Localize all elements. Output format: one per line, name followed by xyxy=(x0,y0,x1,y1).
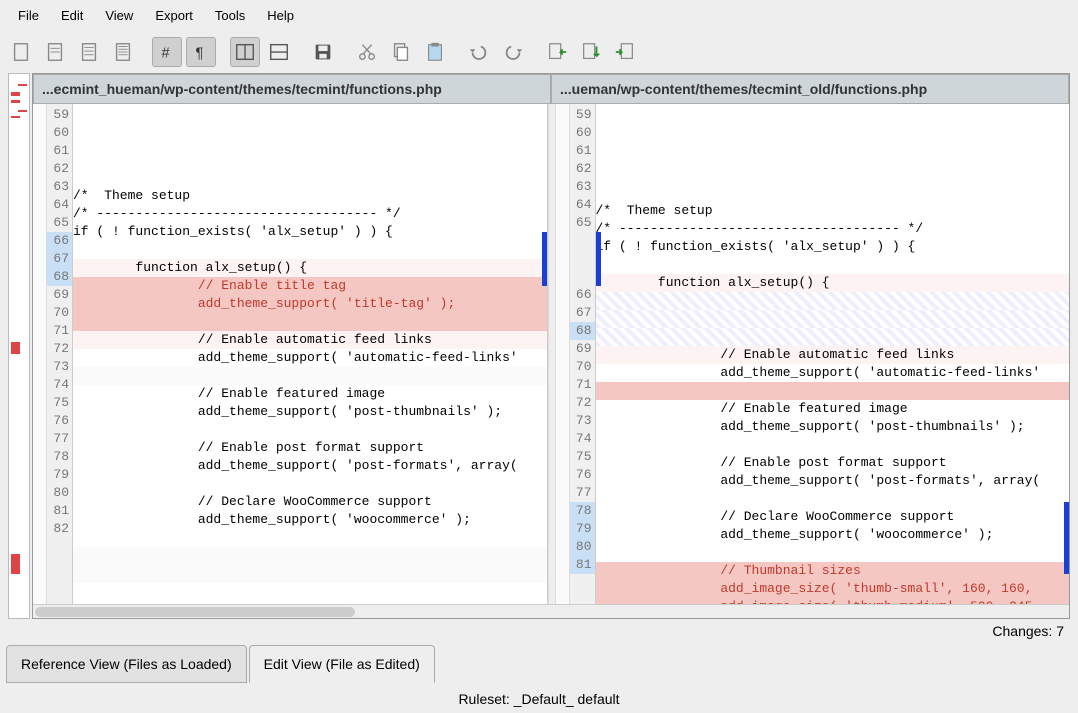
menu-help[interactable]: Help xyxy=(257,4,304,27)
code-line xyxy=(596,544,1070,562)
reference-view-tab[interactable]: Reference View (Files as Loaded) xyxy=(6,645,247,683)
code-line xyxy=(73,547,547,565)
code-line: // Thumbnail sizes xyxy=(596,562,1070,580)
code-line: // Enable automatic feed links xyxy=(73,331,547,349)
undo-button[interactable] xyxy=(464,37,494,67)
redo-button[interactable] xyxy=(498,37,528,67)
code-line: // Enable post format support xyxy=(73,439,547,457)
code-line: // Enable featured image xyxy=(596,400,1070,418)
code-line xyxy=(596,166,1070,184)
toolbar: # ¶ xyxy=(0,31,1078,73)
merge-right-button[interactable] xyxy=(610,37,640,67)
copy-button[interactable] xyxy=(386,37,416,67)
menu-tools[interactable]: Tools xyxy=(205,4,255,27)
svg-text:#: # xyxy=(162,46,171,62)
code-line xyxy=(73,529,547,547)
code-line xyxy=(596,490,1070,508)
code-line: add_theme_support( 'title-tag' ); xyxy=(73,295,547,313)
code-line xyxy=(596,256,1070,274)
code-line: add_theme_support( 'woocommerce' ); xyxy=(596,526,1070,544)
code-line: if ( ! function_exists( 'alx_setup' ) ) … xyxy=(596,238,1070,256)
code-line: // Enable featured image xyxy=(73,385,547,403)
code-line xyxy=(73,241,547,259)
code-line: // Declare WooCommerce support xyxy=(73,493,547,511)
file-tab-right[interactable]: ...ueman/wp-content/themes/tecmint_old/f… xyxy=(551,74,1069,104)
save-button[interactable] xyxy=(308,37,338,67)
code-line: // Enable title tag xyxy=(73,277,547,295)
code-line: // Enable automatic feed links xyxy=(596,346,1070,364)
right-pane[interactable]: 5960616263646566676869707172737475767778… xyxy=(556,104,1070,604)
hash-toggle-button[interactable]: # xyxy=(152,37,182,67)
code-line: add_theme_support( 'post-formats', array… xyxy=(596,472,1070,490)
code-line: add_image_size( 'thumb-small', 160, 160, xyxy=(596,580,1070,598)
paste-button[interactable] xyxy=(420,37,450,67)
menubar: FileEditViewExportToolsHelp xyxy=(0,0,1078,31)
code-line xyxy=(73,565,547,583)
code-line: /* ------------------------------------ … xyxy=(73,205,547,223)
code-line xyxy=(73,421,547,439)
diff-overview-gutter[interactable] xyxy=(8,73,30,619)
horizontal-scrollbar[interactable] xyxy=(33,604,1069,618)
file-tab-left[interactable]: ...ecmint_hueman/wp-content/themes/tecmi… xyxy=(33,74,551,104)
menu-file[interactable]: File xyxy=(8,4,49,27)
code-line: add_theme_support( 'woocommerce' ); xyxy=(73,511,547,529)
code-line xyxy=(596,382,1070,400)
code-line xyxy=(73,475,547,493)
pilcrow-toggle-button[interactable]: ¶ xyxy=(186,37,216,67)
code-line: /* Theme setup xyxy=(596,202,1070,220)
code-line: function alx_setup() { xyxy=(596,274,1070,292)
code-line xyxy=(73,367,547,385)
split-vertical-button[interactable] xyxy=(230,37,260,67)
menu-edit[interactable]: Edit xyxy=(51,4,93,27)
code-line xyxy=(73,169,547,187)
menu-view[interactable]: View xyxy=(95,4,143,27)
doc-lines1-button[interactable] xyxy=(40,37,70,67)
code-line: /* ------------------------------------ … xyxy=(596,220,1070,238)
diff-panes: ...ecmint_hueman/wp-content/themes/tecmi… xyxy=(32,73,1070,619)
left-pane[interactable]: 5960616263646566676869707172737475767778… xyxy=(33,104,548,604)
code-line: if ( ! function_exists( 'alx_setup' ) ) … xyxy=(73,223,547,241)
code-line: // Enable post format support xyxy=(596,454,1070,472)
svg-text:¶: ¶ xyxy=(196,46,204,62)
doc-blank-button[interactable] xyxy=(6,37,36,67)
code-line xyxy=(596,310,1070,328)
code-line: // Declare WooCommerce support xyxy=(596,508,1070,526)
code-line xyxy=(596,436,1070,454)
code-line xyxy=(73,313,547,331)
edit-view-tab[interactable]: Edit View (File as Edited) xyxy=(249,645,435,683)
code-line: add_theme_support( 'post-thumbnails' ); xyxy=(596,418,1070,436)
doc-lines3-button[interactable] xyxy=(108,37,138,67)
code-line: add_theme_support( 'automatic-feed-links… xyxy=(596,364,1070,382)
view-tabs: Reference View (Files as Loaded) Edit Vi… xyxy=(0,643,1078,685)
code-line: /* Theme setup xyxy=(73,187,547,205)
code-line: add_theme_support( 'post-formats', array… xyxy=(73,457,547,475)
split-horizontal-button[interactable] xyxy=(264,37,294,67)
ruleset-label: Ruleset: _Default_ default xyxy=(0,685,1078,713)
code-line xyxy=(596,184,1070,202)
doc-lines2-button[interactable] xyxy=(74,37,104,67)
merge-down-button[interactable] xyxy=(576,37,606,67)
cut-button[interactable] xyxy=(352,37,382,67)
code-line xyxy=(596,292,1070,310)
code-line: add_theme_support( 'automatic-feed-links… xyxy=(73,349,547,367)
code-line: add_theme_support( 'post-thumbnails' ); xyxy=(73,403,547,421)
code-line: function alx_setup() { xyxy=(73,259,547,277)
changes-count: Changes: 7 xyxy=(0,619,1078,643)
merge-left-button[interactable] xyxy=(542,37,572,67)
menu-export[interactable]: Export xyxy=(145,4,203,27)
code-line xyxy=(596,328,1070,346)
code-line xyxy=(73,151,547,169)
